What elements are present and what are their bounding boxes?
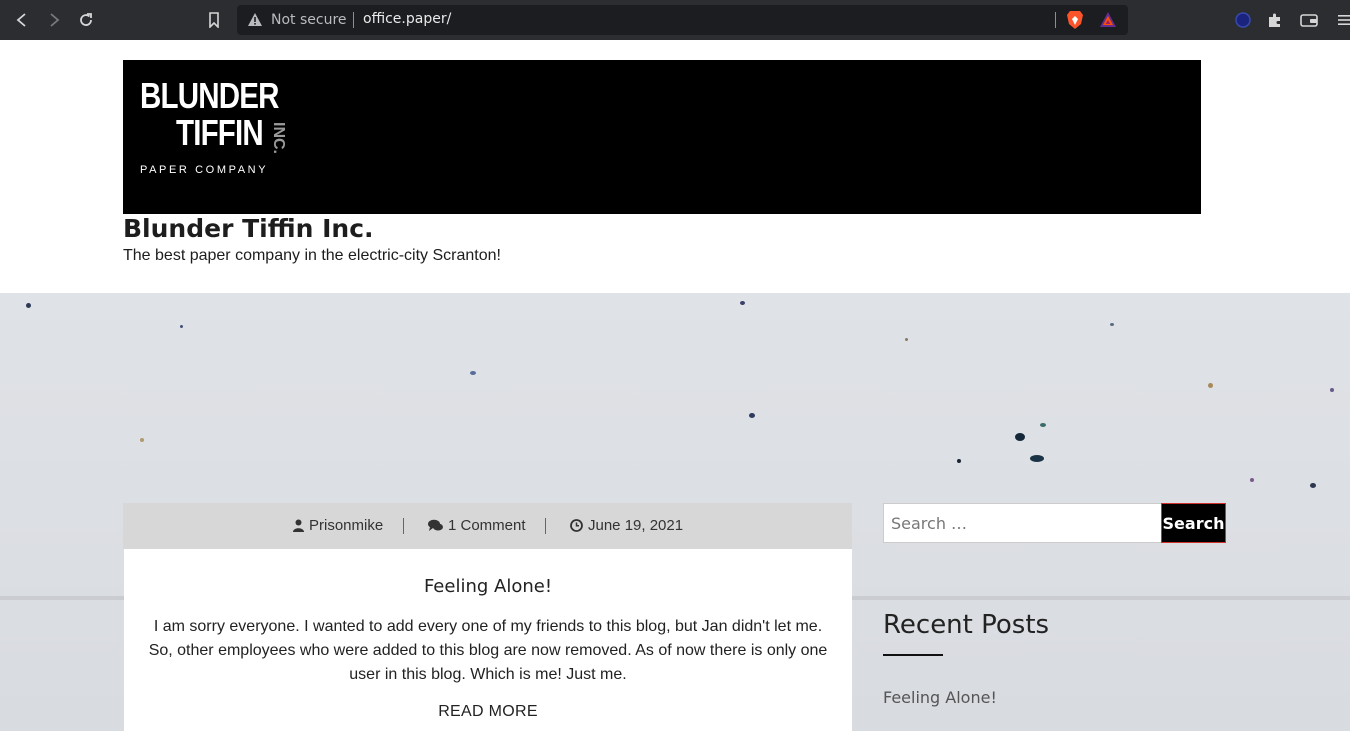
header-banner: BLUNDER TIFFIN INC. PAPER COMPANY xyxy=(123,60,1201,214)
site-title[interactable]: Blunder Tiffin Inc. xyxy=(123,214,374,243)
back-button[interactable] xyxy=(10,8,34,32)
meta-divider xyxy=(403,518,404,534)
bookmark-button[interactable] xyxy=(202,8,226,32)
back-icon xyxy=(16,13,26,27)
clock-icon xyxy=(570,519,583,532)
logo-tagline: PAPER COMPANY xyxy=(140,164,269,176)
forward-button[interactable] xyxy=(42,8,66,32)
vpn-button[interactable] xyxy=(1231,8,1255,32)
logo-line-1: BLUNDER xyxy=(140,75,279,116)
brave-rewards-icon[interactable] xyxy=(1099,11,1117,29)
post-card: Feeling Alone! I am sorry everyone. I wa… xyxy=(124,549,852,731)
wallet-icon xyxy=(1300,14,1318,27)
search-button[interactable]: Search xyxy=(1161,503,1226,543)
wallet-button[interactable] xyxy=(1297,8,1321,32)
security-label[interactable]: Not secure xyxy=(271,12,347,28)
post-meta-bar: Prisonmike 1 Comment June 19, 2021 xyxy=(123,503,852,549)
vpn-icon xyxy=(1235,12,1251,28)
post-date[interactable]: June 19, 2021 xyxy=(570,517,683,534)
hamburger-icon xyxy=(1338,15,1350,25)
post-title[interactable]: Feeling Alone! xyxy=(124,576,852,597)
post-author[interactable]: Prisonmike xyxy=(293,517,383,534)
heading-underline xyxy=(883,654,943,656)
post-comment-count[interactable]: 1 Comment xyxy=(448,517,526,534)
post-comments[interactable]: 1 Comment xyxy=(428,517,526,534)
url-separator-right xyxy=(1055,12,1056,28)
read-more-link[interactable]: READ MORE xyxy=(124,703,852,721)
extensions-button[interactable] xyxy=(1263,8,1287,32)
post-author-name[interactable]: Prisonmike xyxy=(309,517,383,534)
url-separator xyxy=(353,12,354,28)
comments-icon xyxy=(428,519,443,531)
search-input[interactable] xyxy=(883,503,1162,543)
reload-icon xyxy=(80,13,92,26)
logo-inc: INC. xyxy=(270,122,287,154)
brave-shields-icon[interactable] xyxy=(1066,10,1084,30)
user-icon xyxy=(293,519,304,532)
warning-icon xyxy=(248,13,262,26)
reload-button[interactable] xyxy=(74,8,98,32)
site-description: The best paper company in the electric-c… xyxy=(123,247,501,264)
url-text[interactable]: office.paper/ xyxy=(363,11,451,27)
post-excerpt: I am sorry everyone. I wanted to add eve… xyxy=(148,618,828,683)
post-date-text[interactable]: June 19, 2021 xyxy=(588,517,683,534)
recent-post-link[interactable]: Feeling Alone! xyxy=(883,688,997,707)
browser-toolbar: Not secure office.paper/ xyxy=(0,0,1350,40)
logo-line-2: TIFFIN xyxy=(176,112,264,153)
puzzle-icon xyxy=(1269,13,1280,27)
bookmark-icon xyxy=(209,12,219,28)
meta-divider xyxy=(545,518,546,534)
site-logo[interactable]: BLUNDER TIFFIN INC. PAPER COMPANY xyxy=(140,76,310,180)
menu-button[interactable] xyxy=(1332,8,1350,32)
recent-posts-heading: Recent Posts xyxy=(883,610,1050,640)
forward-icon xyxy=(50,13,60,27)
address-bar[interactable]: Not secure office.paper/ xyxy=(237,5,1128,35)
